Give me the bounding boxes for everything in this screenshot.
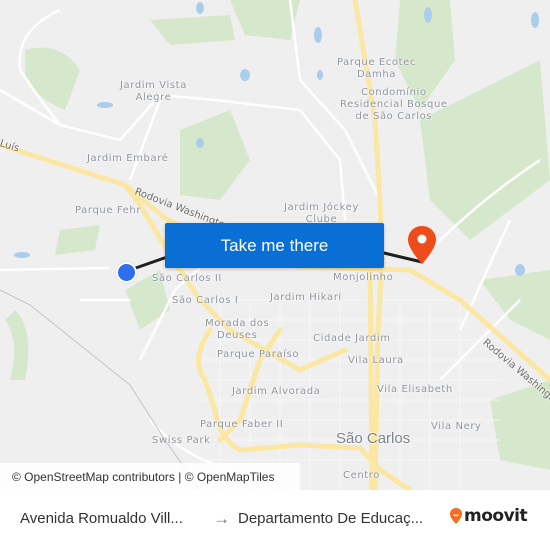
place-centro: Centro [343, 470, 381, 481]
destination-pin-icon[interactable] [406, 225, 438, 265]
place-vila-laura: Vila Laura [348, 355, 404, 366]
place-cidade-jardim: Cidade Jardim [313, 333, 391, 344]
place-jardim-embare: Jardim Embaré [87, 153, 169, 164]
railway [0, 289, 201, 490]
place-jardim-hikari: Jardim Hikari [270, 292, 342, 303]
place-morada-dos-deuses: Morada dos Deuses [205, 318, 270, 341]
place-vila-nery: Vila Nery [431, 421, 482, 432]
route-footer: Avenida Romualdo Vill... → Departamento … [0, 490, 550, 550]
moovit-wordmark: moovit [464, 506, 528, 526]
place-jardim-vista-alegre: Jardim Vista Alegre [120, 80, 187, 103]
place-swiss-park: Swiss Park [152, 435, 211, 446]
place-vila-elisabeth: Vila Elisabeth [377, 384, 453, 395]
moovit-pin-icon [450, 508, 462, 524]
arrow-right-icon: → [213, 509, 230, 528]
place-jardim-alvorada: Jardim Alvorada [232, 386, 321, 397]
origin-marker[interactable] [116, 262, 137, 283]
moovit-logo[interactable]: moovit [449, 506, 528, 526]
place-parque-ecotec-damha: Parque Ecotec Damha [337, 57, 416, 80]
place-sao-carlos-i: São Carlos I [172, 295, 239, 306]
place-parque-fehr: Parque Fehr [75, 205, 142, 216]
place-parque-faber-ii: Parque Faber II [200, 419, 284, 430]
place-parque-paraiso: Parque Paraíso [217, 349, 300, 360]
map[interactable]: Jardim Vista Alegre Jardim Embaré Parque… [0, 0, 550, 490]
place-monjolinho: Monjolinho [333, 272, 394, 283]
place-sao-carlos-ii: São Carlos II [152, 273, 222, 284]
place-condominio-bosque: Condomínio Residencial Bosque de São Car… [340, 87, 448, 122]
place-city-sao-carlos: São Carlos [336, 430, 411, 447]
take-me-there-button[interactable]: Take me there [165, 223, 384, 268]
destination-label: Departamento De Educaç... [238, 510, 424, 527]
origin-label: Avenida Romualdo Vill... [20, 510, 183, 527]
map-attribution[interactable]: © OpenStreetMap contributors | © OpenMap… [0, 463, 300, 490]
